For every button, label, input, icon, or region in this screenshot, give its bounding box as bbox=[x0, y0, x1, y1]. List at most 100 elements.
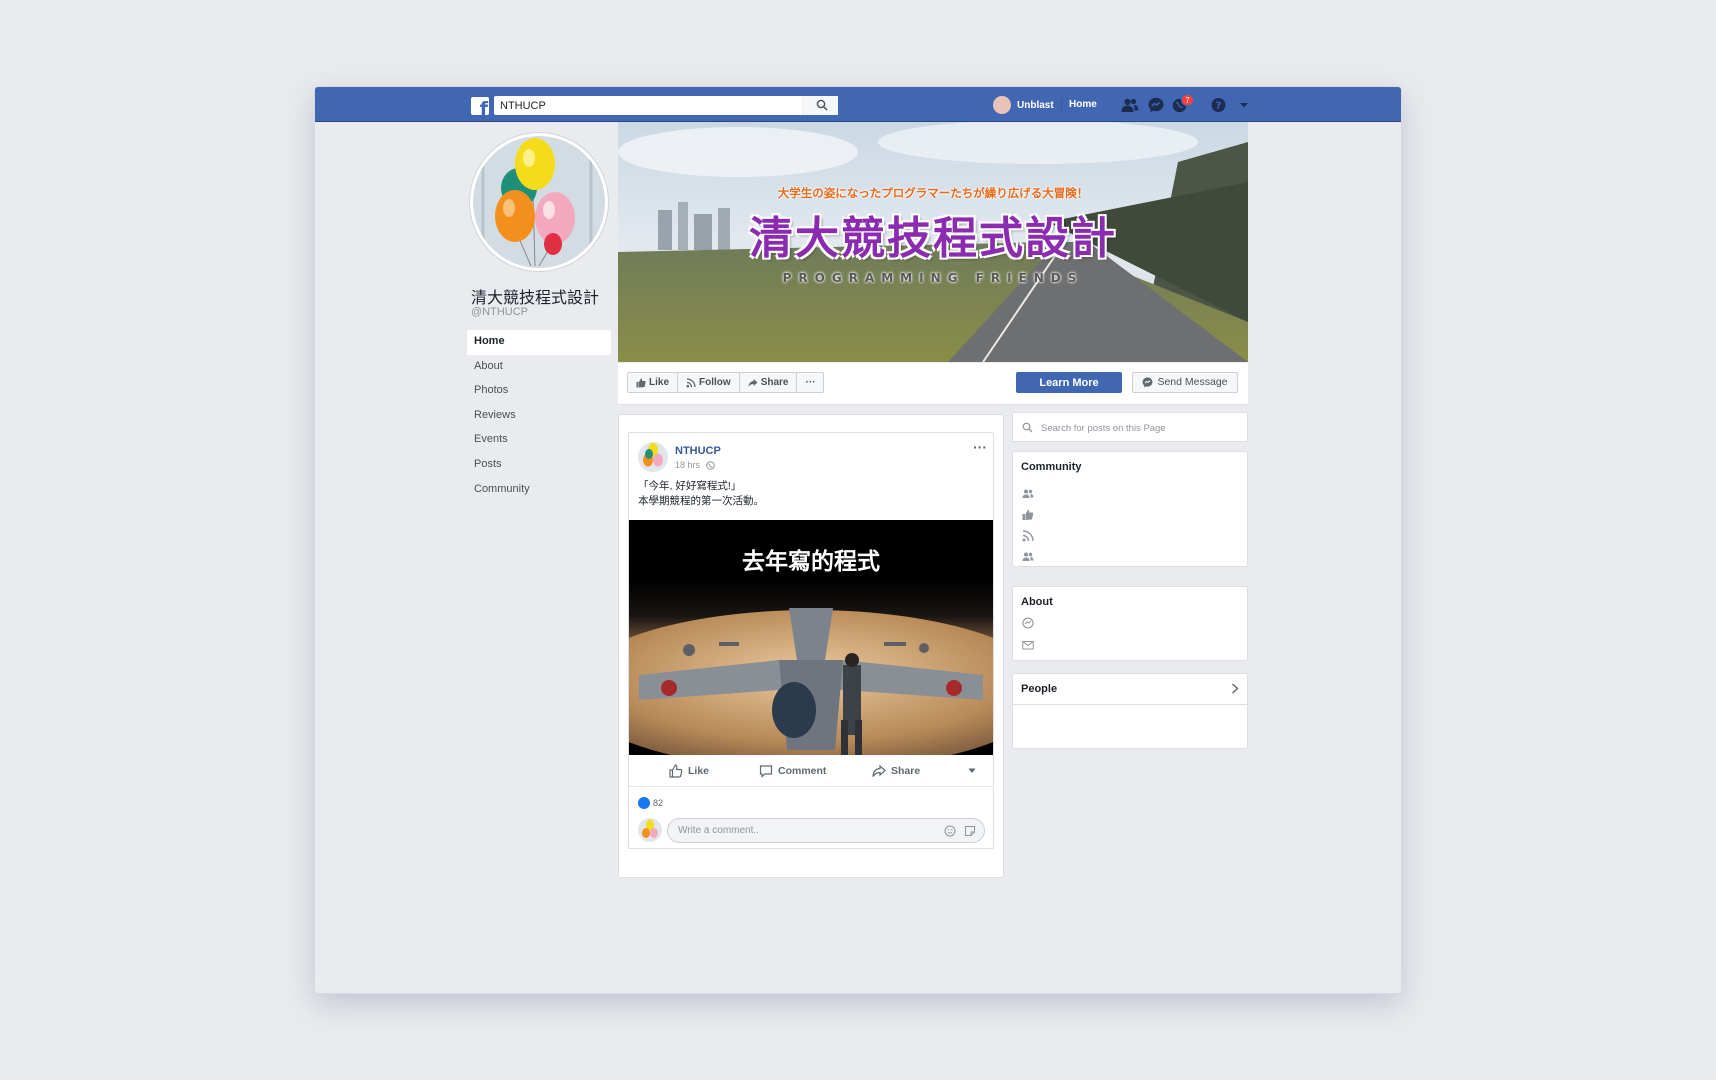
post-share-button[interactable]: Share bbox=[872, 764, 920, 778]
friends-icon bbox=[1022, 552, 1034, 561]
search-icon bbox=[1022, 422, 1033, 433]
share-audience-chevron-down-icon[interactable] bbox=[968, 768, 976, 774]
post-card: NTHUCP 18 hrs ··· 「今年, 好好寫程式!」 本學期競程的第一次… bbox=[618, 414, 1004, 878]
post-like-label: Like bbox=[688, 764, 710, 777]
commenter-avatar bbox=[638, 818, 662, 842]
about-card: About bbox=[1012, 586, 1248, 661]
sticker-icon[interactable] bbox=[964, 825, 976, 837]
page-handle[interactable]: @NTHUCP bbox=[471, 306, 528, 318]
cover-tagline: PROGRAMMING FRIENDS bbox=[782, 271, 1084, 285]
public-globe-icon bbox=[706, 460, 715, 470]
page-share-label: Share bbox=[760, 377, 789, 388]
comment-box bbox=[667, 818, 985, 843]
thumbs-up-outline-icon bbox=[669, 763, 683, 778]
left-nav-item-photos[interactable]: Photos bbox=[467, 379, 611, 404]
global-search-input[interactable] bbox=[494, 96, 794, 116]
page-action-button-group: Like Follow Share ··· bbox=[627, 372, 825, 393]
search-button[interactable] bbox=[802, 96, 838, 115]
balloons-image bbox=[473, 136, 605, 268]
post-message-line-2: 本學期競程的第一次活動。 bbox=[638, 495, 764, 507]
cover-title: 清大競技程式設計 bbox=[749, 213, 1117, 264]
left-nav-item-posts[interactable]: Posts bbox=[467, 453, 611, 478]
notification-count-badge: 7 bbox=[1181, 94, 1194, 106]
post-image[interactable]: 去年寫的程式 bbox=[629, 520, 993, 755]
page-like-label: Like bbox=[649, 377, 670, 388]
comment-composer bbox=[638, 816, 988, 844]
nav-divider bbox=[1061, 99, 1062, 112]
send-message-label: Send Message bbox=[1157, 376, 1228, 388]
search-icon bbox=[816, 99, 828, 111]
comment-bubble-icon bbox=[759, 764, 773, 778]
account-menu-chevron-down-icon[interactable] bbox=[1235, 97, 1253, 113]
people-card-title[interactable]: People bbox=[1021, 683, 1057, 695]
balloons-avatar-image bbox=[638, 442, 668, 472]
people-card: People bbox=[1012, 673, 1248, 749]
post-comment-label: Comment bbox=[778, 764, 827, 777]
cover-photo[interactable]: 大学生の姿になったプログラマーたちが繰り広げる大冒険！ 清大競技程式設計 PRO… bbox=[618, 122, 1248, 362]
community-card-title[interactable]: Community bbox=[1021, 461, 1082, 473]
thumbs-up-icon bbox=[636, 378, 646, 387]
post-timestamp[interactable]: 18 hrs bbox=[675, 460, 715, 470]
left-nav-item-home[interactable]: Home bbox=[467, 330, 611, 355]
page-post-search bbox=[1012, 412, 1248, 442]
page-share-button[interactable]: Share bbox=[740, 373, 798, 392]
post-author-name[interactable]: NTHUCP bbox=[675, 445, 721, 457]
svg-text:?: ? bbox=[1216, 101, 1222, 112]
post-time-label: 18 hrs bbox=[675, 460, 701, 470]
page-like-button[interactable]: Like bbox=[628, 373, 679, 392]
messenger-icon bbox=[1022, 617, 1034, 629]
post-options-ellipsis-icon[interactable]: ··· bbox=[973, 439, 987, 455]
help-icon[interactable]: ? bbox=[1210, 97, 1228, 113]
post: NTHUCP 18 hrs ··· 「今年, 好好寫程式!」 本學期競程的第一次… bbox=[628, 432, 994, 849]
page-more-button[interactable]: ··· bbox=[797, 373, 823, 392]
page-profile-picture[interactable] bbox=[470, 133, 608, 271]
learn-more-button[interactable]: Learn More bbox=[1016, 372, 1122, 393]
messenger-icon[interactable] bbox=[1147, 97, 1165, 113]
messenger-icon bbox=[1142, 377, 1153, 388]
balloons-avatar-image bbox=[638, 818, 662, 842]
post-like-button[interactable]: Like bbox=[669, 763, 710, 778]
more-dots-icon: ··· bbox=[805, 377, 816, 388]
comment-input[interactable] bbox=[668, 819, 908, 842]
rss-follow-icon bbox=[686, 377, 696, 387]
reaction-count: 82 bbox=[653, 798, 664, 808]
nav-profile-link[interactable]: Unblast bbox=[993, 96, 1054, 114]
page-left-nav: Home About Photos Reviews Events Posts C… bbox=[467, 330, 611, 502]
page-title: 清大競技程式設計 bbox=[471, 290, 600, 307]
send-message-button[interactable]: Send Message bbox=[1132, 372, 1238, 393]
friend-requests-icon[interactable] bbox=[1121, 97, 1139, 113]
about-card-title[interactable]: About bbox=[1021, 596, 1053, 608]
people-icon bbox=[1022, 489, 1034, 498]
facebook-logo-icon[interactable]: f bbox=[471, 97, 489, 115]
share-arrow-icon bbox=[748, 378, 758, 387]
top-navigation-bar: f Unblast Home 7 ? bbox=[315, 87, 1401, 122]
emoji-icon[interactable] bbox=[944, 825, 956, 837]
post-action-bar: Like Comment Share bbox=[629, 755, 993, 787]
divider bbox=[1013, 704, 1247, 705]
chevron-right-icon[interactable] bbox=[1231, 683, 1239, 694]
page-follow-button[interactable]: Follow bbox=[678, 373, 740, 392]
left-nav-item-reviews[interactable]: Reviews bbox=[467, 404, 611, 429]
page-action-bar: Like Follow Share ··· Learn More Send Me… bbox=[618, 363, 1248, 405]
left-nav-item-community[interactable]: Community bbox=[467, 478, 611, 503]
post-image-caption: 去年寫的程式 bbox=[742, 549, 880, 575]
browser-window: f Unblast Home 7 ? bbox=[314, 86, 1402, 994]
post-message: 「今年, 好好寫程式!」 本學期競程的第一次活動。 bbox=[638, 479, 764, 509]
page-post-search-input[interactable] bbox=[1041, 420, 1241, 436]
post-comment-button[interactable]: Comment bbox=[759, 764, 826, 778]
post-author-avatar[interactable] bbox=[638, 442, 668, 472]
left-nav-item-events[interactable]: Events bbox=[467, 428, 611, 453]
left-nav-item-about[interactable]: About bbox=[467, 355, 611, 380]
reaction-summary[interactable]: 82 bbox=[638, 797, 663, 809]
nav-home-link[interactable]: Home bbox=[1069, 99, 1097, 110]
page-follow-label: Follow bbox=[699, 377, 731, 388]
post-share-label: Share bbox=[891, 764, 921, 777]
community-card: Community bbox=[1012, 451, 1248, 567]
cover-subtitle: 大学生の姿になったプログラマーたちが繰り広げる大冒険！ bbox=[777, 186, 1089, 200]
avatar bbox=[993, 96, 1011, 114]
global-search bbox=[494, 96, 838, 116]
envelope-icon bbox=[1022, 641, 1034, 650]
rss-follow-icon bbox=[1022, 530, 1034, 542]
nav-user-name: Unblast bbox=[1017, 99, 1054, 111]
share-arrow-icon bbox=[872, 764, 886, 777]
